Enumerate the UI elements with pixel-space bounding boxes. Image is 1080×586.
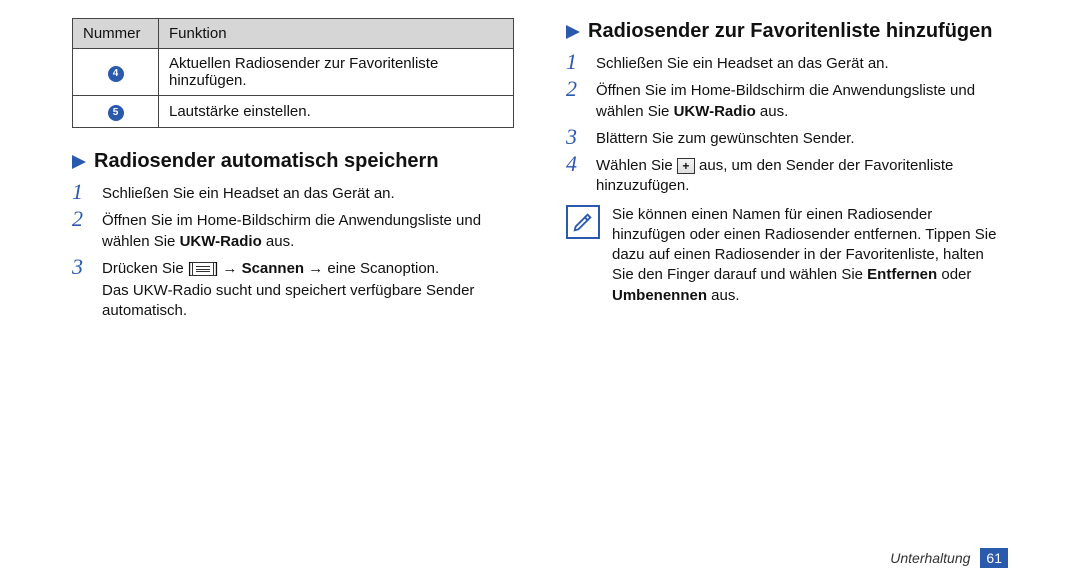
step-body: Wählen Sie + aus, um den Sender der Favo… xyxy=(596,153,1008,197)
text-fragment: Wählen Sie xyxy=(596,157,677,174)
bold-text: UKW-Radio xyxy=(674,103,756,120)
text-fragment: aus. xyxy=(756,103,789,120)
bold-text: Umbenennen xyxy=(612,287,707,304)
row-number-badge: 5 xyxy=(108,105,124,121)
right-column: Radiosender zur Favoritenliste hinzufüge… xyxy=(558,18,1008,586)
page-number: 61 xyxy=(980,548,1008,568)
list-item: 2 Öffnen Sie im Home-Bildschirm die Anwe… xyxy=(566,78,1008,122)
right-heading-text: Radiosender zur Favoritenliste hinzufüge… xyxy=(588,20,993,43)
step-body: Schließen Sie ein Headset an das Gerät a… xyxy=(102,181,514,204)
step-subtext: Das UKW-Radio sucht und speichert verfüg… xyxy=(102,281,514,322)
footer-section-name: Unterhaltung xyxy=(890,550,970,566)
function-table: Nummer Funktion 4 Aktuellen Radiosender … xyxy=(72,18,514,128)
row-description: Aktuellen Radiosender zur Favoritenliste… xyxy=(159,49,514,96)
step-number: 4 xyxy=(566,153,586,197)
note-icon xyxy=(566,205,600,239)
left-section-heading: Radiosender automatisch speichern xyxy=(72,150,514,173)
row-number-badge: 4 xyxy=(108,66,124,82)
step-body: Blättern Sie zum gewünschten Sender. xyxy=(596,126,1008,149)
step-body: Drücken Sie [ ] → Scannen → eine Scanopti… xyxy=(102,256,514,322)
left-heading-text: Radiosender automatisch speichern xyxy=(94,150,439,173)
list-item: 3 Drücken Sie [ ] → Scannen → eine Scanop… xyxy=(72,256,514,322)
step-number: 1 xyxy=(72,181,92,204)
text-fragment: Drücken Sie [ xyxy=(102,260,192,277)
step-body: Schließen Sie ein Headset an das Gerät a… xyxy=(596,51,1008,74)
step-body: Öffnen Sie im Home-Bildschirm die Anwend… xyxy=(596,78,1008,122)
step-number: 2 xyxy=(566,78,586,122)
list-item: 3 Blättern Sie zum gewünschten Sender. xyxy=(566,126,1008,149)
text-fragment: ] → xyxy=(214,260,242,277)
text-fragment: → eine Scanoption. xyxy=(304,260,439,277)
step-number: 3 xyxy=(566,126,586,149)
text-fragment: oder xyxy=(937,266,971,283)
note-body: Sie können einen Namen für einen Radiose… xyxy=(612,205,1008,306)
list-item: 4 Wählen Sie + aus, um den Sender der Fa… xyxy=(566,153,1008,197)
step-number: 2 xyxy=(72,208,92,252)
right-section-heading: Radiosender zur Favoritenliste hinzufüge… xyxy=(566,20,1008,43)
table-row: 4 Aktuellen Radiosender zur Favoritenlis… xyxy=(73,49,514,96)
right-steps-list: 1 Schließen Sie ein Headset an das Gerät… xyxy=(566,51,1008,197)
row-description: Lautstärke einstellen. xyxy=(159,96,514,128)
plus-icon: + xyxy=(677,158,695,174)
table-header-function: Funktion xyxy=(159,19,514,49)
manual-page: Nummer Funktion 4 Aktuellen Radiosender … xyxy=(0,0,1080,586)
step-body: Öffnen Sie im Home-Bildschirm die Anwend… xyxy=(102,208,514,252)
step-number: 1 xyxy=(566,51,586,74)
table-header-number: Nummer xyxy=(73,19,159,49)
bold-text: Entfernen xyxy=(867,266,937,283)
menu-icon xyxy=(192,262,214,276)
list-item: 1 Schließen Sie ein Headset an das Gerät… xyxy=(72,181,514,204)
bold-text: UKW-Radio xyxy=(180,233,262,250)
text-fragment: aus. xyxy=(707,287,740,304)
bold-text: Scannen xyxy=(242,260,305,277)
text-fragment: aus. xyxy=(262,233,295,250)
note-box: Sie können einen Namen für einen Radiose… xyxy=(566,205,1008,306)
page-footer: Unterhaltung 61 xyxy=(890,548,1008,568)
left-steps-list: 1 Schließen Sie ein Headset an das Gerät… xyxy=(72,181,514,322)
left-column: Nummer Funktion 4 Aktuellen Radiosender … xyxy=(72,18,522,586)
step-number: 3 xyxy=(72,256,92,322)
list-item: 2 Öffnen Sie im Home-Bildschirm die Anwe… xyxy=(72,208,514,252)
table-row: 5 Lautstärke einstellen. xyxy=(73,96,514,128)
list-item: 1 Schließen Sie ein Headset an das Gerät… xyxy=(566,51,1008,74)
chevron-right-icon xyxy=(72,155,86,169)
chevron-right-icon xyxy=(566,25,580,39)
